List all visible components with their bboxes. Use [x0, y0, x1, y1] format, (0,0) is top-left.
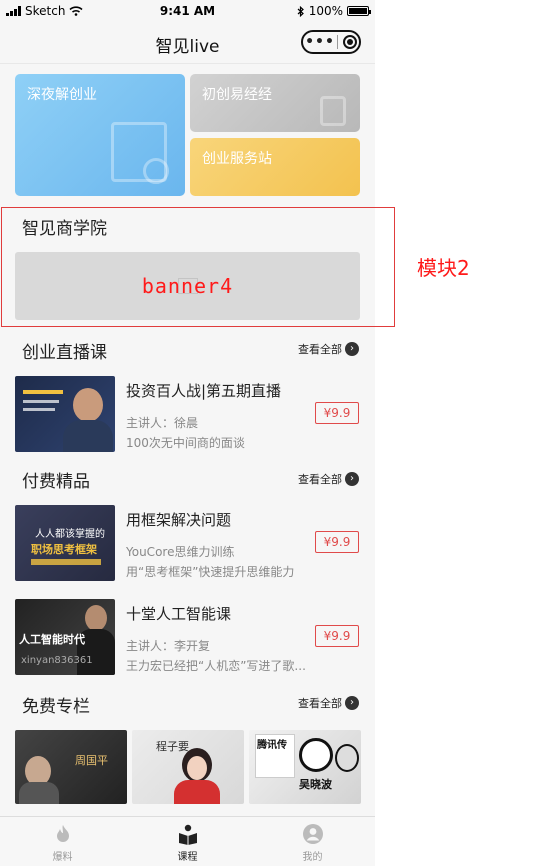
- free-column-2[interactable]: 程子要: [132, 730, 244, 804]
- phone-screen: Sketch 9:41 AM 100% 智见live ••• 深夜解创业 初创易…: [0, 0, 375, 866]
- author-face: [187, 756, 207, 780]
- course-thumbnail: 人工智能时代 xinyan836361: [15, 599, 115, 675]
- battery-percent: 100%: [308, 4, 343, 18]
- section-title-live: 创业直播课: [22, 343, 107, 363]
- see-all-label: 查看全部: [298, 473, 342, 486]
- speaker-body: [63, 420, 113, 452]
- free-column-1[interactable]: 周国平: [15, 730, 127, 804]
- tab-label: 我的: [302, 852, 323, 863]
- price-badge[interactable]: ¥9.9: [315, 625, 359, 647]
- course-thumbnail: 人人都该掌握的 职场思考框架: [15, 505, 115, 581]
- module-annotation-label: 模块2: [417, 256, 470, 280]
- course-name: 用框架解决问题: [126, 511, 232, 529]
- nav-bar: 智见live •••: [0, 22, 375, 64]
- course-name: 投资百人战|第五期直播: [126, 382, 282, 400]
- document-icon: [320, 96, 346, 126]
- see-all-label: 查看全部: [298, 697, 342, 710]
- module-highlight-box: [1, 207, 395, 327]
- chevron-right-icon: ›: [345, 696, 359, 710]
- section-title-paid: 付费精品: [22, 472, 90, 492]
- see-all-free-button[interactable]: 查看全部 ›: [298, 695, 359, 711]
- chevron-right-icon: ›: [345, 342, 359, 356]
- author-photo: [335, 744, 359, 772]
- column-author: 吴晓波: [299, 778, 332, 791]
- tab-mine[interactable]: 我的: [250, 817, 375, 866]
- column-author: 程子要: [156, 740, 189, 753]
- book-icon: [178, 824, 197, 845]
- course-desc: 王力宏已经把“人机恋”写进了歌...: [126, 659, 306, 673]
- battery-icon: [347, 6, 371, 16]
- thumb-lines: [23, 400, 59, 403]
- tab-news[interactable]: 爆料: [0, 817, 125, 866]
- mini-program-capsule[interactable]: •••: [301, 30, 361, 54]
- card-label: 创业服务站: [202, 151, 272, 167]
- card-night-startup[interactable]: 深夜解创业: [15, 74, 185, 196]
- card-startup-service[interactable]: 创业服务站: [190, 138, 360, 196]
- course-speaker: 主讲人：李开复: [126, 639, 211, 653]
- more-icon[interactable]: •••: [303, 35, 337, 49]
- see-all-paid-button[interactable]: 查看全部 ›: [298, 471, 359, 487]
- free-column-3[interactable]: 腾讯传 吴晓波: [249, 730, 361, 804]
- thumb-main-title: 职场思考框架: [31, 543, 97, 556]
- speaker-photo: [85, 605, 107, 631]
- fire-icon: [56, 825, 69, 842]
- course-speaker: YouCore思维力训练: [126, 545, 235, 559]
- thumb-lines: [23, 390, 63, 394]
- capsule-divider: [337, 35, 338, 49]
- column-author: 周国平: [75, 754, 108, 767]
- card-label: 初创易经经: [202, 87, 272, 103]
- book-title: 腾讯传: [257, 740, 287, 751]
- course-item-framework[interactable]: 人人都该掌握的 职场思考框架 用框架解决问题 YouCore思维力训练 用“思考…: [0, 505, 375, 585]
- see-all-live-button[interactable]: 查看全部 ›: [298, 341, 359, 357]
- status-right: 100%: [297, 4, 371, 18]
- bluetooth-icon: [297, 5, 304, 17]
- course-item-ai[interactable]: 人工智能时代 xinyan836361 十堂人工智能课 主讲人：李开复 王力宏已…: [0, 599, 375, 679]
- see-all-label: 查看全部: [298, 343, 342, 356]
- thumb-lines: [23, 408, 55, 411]
- tab-label: 课程: [177, 852, 198, 863]
- channel-logo: [299, 738, 333, 772]
- user-icon: [302, 824, 323, 844]
- course-desc: 用“思考框架”快速提升思维能力: [126, 565, 295, 579]
- chevron-right-icon: ›: [345, 472, 359, 486]
- course-item-investment[interactable]: 投资百人战|第五期直播 主讲人：徐晨 100次无中间商的面谈 ¥9.9: [0, 376, 375, 456]
- author-body: [19, 782, 59, 804]
- card-startup-classics[interactable]: 初创易经经: [190, 74, 360, 132]
- tab-courses[interactable]: 课程: [125, 817, 250, 866]
- course-thumbnail: [15, 376, 115, 452]
- price-badge[interactable]: ¥9.9: [315, 402, 359, 424]
- thumb-title: 人人都该掌握的: [35, 529, 105, 540]
- speaker-photo: [73, 388, 103, 422]
- thumb-strip: [31, 559, 101, 565]
- card-label: 深夜解创业: [27, 87, 97, 103]
- watermark: xinyan836361: [21, 655, 93, 666]
- section-title-free: 免费专栏: [22, 697, 90, 717]
- thumb-main-title: 人工智能时代: [19, 633, 85, 646]
- course-name: 十堂人工智能课: [126, 605, 232, 623]
- course-desc: 100次无中间商的面谈: [126, 436, 245, 450]
- tab-bar: 爆料 课程 我的: [0, 816, 375, 866]
- author-body: [174, 780, 220, 804]
- course-speaker: 主讲人：徐晨: [126, 416, 199, 430]
- close-target-icon[interactable]: [343, 35, 357, 49]
- magnifier-icon: [143, 158, 169, 184]
- tab-label: 爆料: [52, 852, 73, 863]
- price-badge[interactable]: ¥9.9: [315, 531, 359, 553]
- status-bar: Sketch 9:41 AM 100%: [0, 0, 375, 22]
